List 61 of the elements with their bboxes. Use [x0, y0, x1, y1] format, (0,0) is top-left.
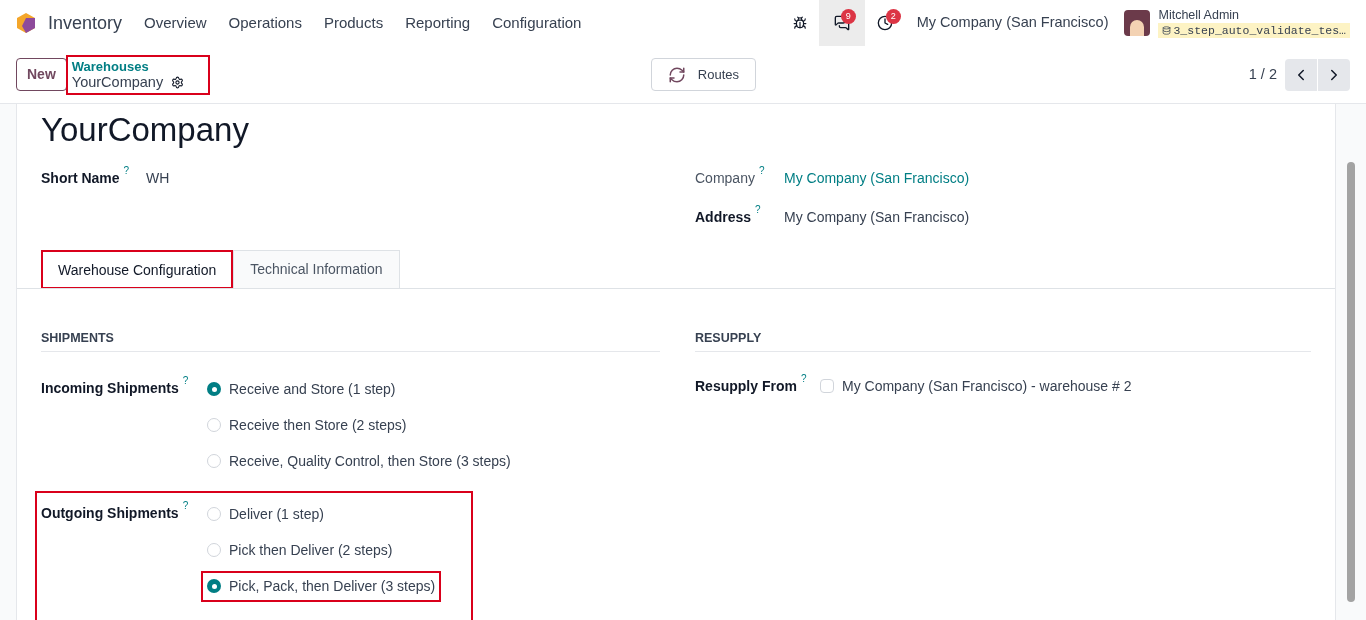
database-badge: 3_step_auto_validate_tes… — [1158, 23, 1350, 38]
section-heading: RESUPPLY — [695, 329, 1311, 352]
form-tab[interactable]: Technical Information — [233, 250, 400, 289]
menu-item[interactable]: Products — [323, 11, 384, 35]
radio-button[interactable] — [207, 543, 221, 558]
user-avatar[interactable] — [1124, 10, 1151, 36]
app-name[interactable]: Inventory — [48, 9, 123, 37]
debug-bug-icon[interactable] — [792, 16, 807, 30]
breadcrumb-link[interactable]: Warehouses — [71, 58, 205, 74]
menu-item[interactable]: Operations — [228, 11, 302, 35]
chat-bubbles-icon — [833, 15, 850, 31]
company-switcher[interactable]: My Company (San Francisco) — [916, 12, 1109, 34]
help-icon[interactable]: ? — [123, 166, 130, 176]
menu-item[interactable]: Configuration — [492, 11, 582, 35]
field-value: My Company (San Francisco) — [784, 208, 970, 227]
radio-label: Receive, Quality Control, then Store (3 steps) — [229, 451, 511, 471]
help-icon[interactable]: ? — [755, 205, 761, 215]
radio-label: Pick, Pack, then Deliver (3 steps) — [229, 576, 436, 596]
messages-count-badge: 9 — [840, 9, 856, 24]
radio-button[interactable] — [207, 418, 221, 433]
help-icon[interactable]: ? — [800, 373, 807, 384]
field-label: Company — [695, 169, 755, 188]
form-tab[interactable]: Warehouse Configuration — [41, 250, 234, 289]
help-icon[interactable]: ? — [182, 375, 189, 386]
routes-button[interactable]: Routes — [650, 58, 756, 91]
next-button[interactable] — [1318, 58, 1350, 91]
checkbox[interactable] — [820, 379, 834, 394]
help-icon[interactable]: ? — [182, 500, 189, 511]
pager-value[interactable]: 1 / 2 — [1248, 63, 1277, 86]
field-label: Short Name — [41, 169, 120, 188]
settings-icon[interactable] — [171, 75, 185, 89]
activities-button[interactable]: 2 — [864, 0, 905, 46]
radio-button[interactable] — [207, 382, 221, 397]
radio-label: Receive then Store (2 steps) — [229, 415, 407, 435]
menu-item[interactable]: Overview — [144, 11, 207, 35]
scrollbar-thumb[interactable] — [1347, 162, 1355, 602]
field-label: Resupply From — [695, 376, 797, 396]
radio-button[interactable] — [207, 507, 221, 522]
field-value[interactable]: My Company (San Francisco) — [784, 168, 970, 189]
app-logo-icon — [16, 12, 36, 34]
record-name: YourCompany — [71, 73, 164, 91]
radio-button[interactable] — [207, 454, 221, 469]
previous-button[interactable] — [1285, 58, 1317, 91]
messages-button[interactable]: 9 — [818, 0, 865, 46]
section-heading: SHIPMENTS — [41, 329, 660, 352]
field-label: Address — [695, 208, 752, 227]
radio-label: Deliver (1 step) — [229, 504, 324, 524]
record-title: YourCompany — [41, 110, 250, 150]
menu-item[interactable]: Reporting — [405, 11, 471, 35]
radio-label: Pick then Deliver (2 steps) — [229, 540, 393, 560]
radio-label: Receive and Store (1 step) — [229, 379, 396, 399]
activities-count-badge: 2 — [885, 9, 901, 24]
field-label: Incoming Shipments — [41, 378, 179, 398]
refresh-icon — [667, 65, 686, 84]
help-icon[interactable]: ? — [758, 166, 765, 176]
field-value: WH — [146, 169, 170, 188]
user-name[interactable]: Mitchell Admin — [1158, 8, 1350, 23]
radio-button[interactable] — [207, 579, 221, 594]
checkbox-label: My Company (San Francisco) - warehouse # 2 — [842, 376, 1132, 396]
clock-icon — [876, 15, 893, 31]
field-label: Outgoing Shipments — [41, 503, 179, 523]
